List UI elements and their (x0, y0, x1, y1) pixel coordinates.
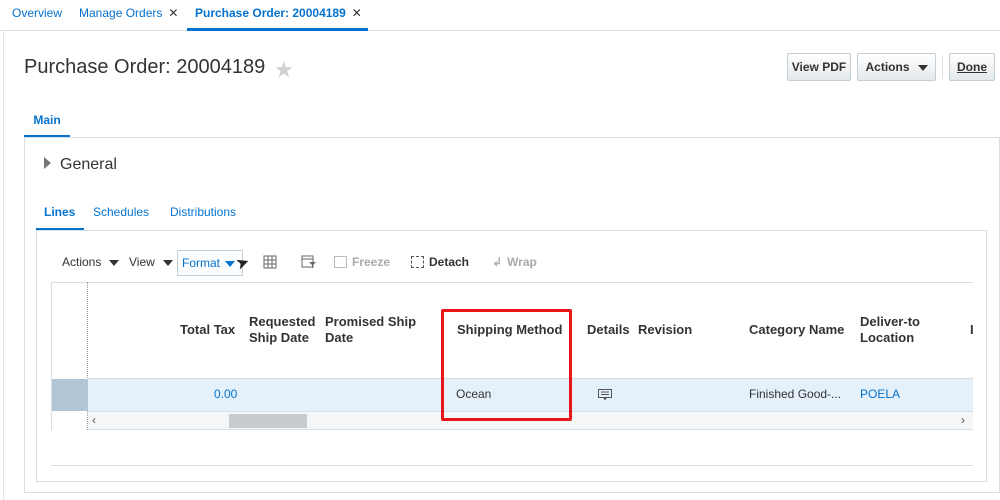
header-line: Ship Date (249, 330, 309, 345)
close-icon[interactable]: ✕ (352, 6, 362, 20)
view-menu[interactable]: View (129, 255, 173, 269)
column-header-truncated: I (970, 322, 973, 337)
detach-button[interactable]: Detach (411, 255, 469, 269)
scrollbar-thumb[interactable] (229, 414, 307, 428)
done-label: Done (957, 60, 987, 74)
tab-purchase-order-label: Purchase Order: 20004189 (195, 6, 346, 20)
category-name-value: Finished Good-... (749, 387, 842, 401)
column-header-revision[interactable]: Revision (638, 322, 692, 338)
deliver-to-location-link[interactable]: POELA (860, 387, 900, 401)
star-icon[interactable]: ★ (274, 57, 294, 83)
tab-manage-orders-label: Manage Orders (79, 6, 163, 20)
table-bottom-border (51, 465, 973, 466)
view-pdf-button[interactable]: View PDF (787, 53, 851, 81)
detach-icon (411, 256, 424, 268)
header-line: Date (325, 330, 354, 345)
shipping-method-highlight (441, 309, 572, 421)
wrap-label: Wrap (507, 255, 537, 269)
tab-purchase-order[interactable]: Purchase Order: 20004189 ✕ (187, 0, 368, 31)
column-header-deliver-to-location[interactable]: Deliver-to Location (860, 314, 920, 346)
header-line: Promised Ship (325, 314, 417, 329)
columns-icon[interactable] (262, 255, 278, 269)
header-line: Requested (249, 314, 316, 329)
scroll-left-icon[interactable]: ‹ (92, 413, 96, 427)
query-by-example-icon[interactable] (301, 255, 317, 269)
column-header-requested-ship-date[interactable]: Requested Ship Date (249, 314, 315, 346)
expand-triangle-icon[interactable] (44, 157, 51, 169)
total-tax-value[interactable]: 0.00 (214, 387, 237, 401)
tab-overview-label: Overview (12, 6, 63, 20)
detach-label: Detach (429, 255, 470, 269)
close-icon[interactable]: ✕ (168, 6, 178, 20)
chevron-down-icon (162, 259, 173, 266)
table-actions-menu[interactable]: Actions (62, 255, 120, 269)
actions-menu-button[interactable]: Actions (857, 53, 936, 81)
column-header-total-tax[interactable]: Total Tax (180, 322, 235, 338)
view-label: View (129, 255, 155, 269)
actions-label: Actions (865, 60, 910, 74)
table-actions-label: Actions (62, 255, 102, 269)
chevron-down-icon (917, 64, 928, 71)
general-section-header[interactable]: General (60, 156, 117, 174)
wrap-icon: ↲ (492, 255, 503, 269)
header-line: Deliver-to (860, 314, 920, 329)
wrap-button[interactable]: ↲ Wrap (492, 255, 537, 269)
chevron-down-icon (109, 259, 120, 266)
header-line: Location (860, 330, 915, 345)
freeze-label: Freeze (352, 255, 391, 269)
details-icon[interactable] (598, 389, 612, 401)
table-top-border (51, 282, 973, 283)
tab-lines[interactable]: Lines (44, 205, 75, 219)
freeze-icon (334, 256, 347, 268)
chevron-down-icon (225, 260, 236, 267)
top-tab-bar: Overview Manage Orders ✕ Purchase Order: … (0, 0, 1000, 31)
tab-schedules[interactable]: Schedules (93, 205, 149, 219)
tab-overview[interactable]: Overview (12, 0, 62, 31)
format-label: Format (182, 256, 221, 270)
format-menu[interactable]: Format (177, 250, 243, 276)
tab-manage-orders[interactable]: Manage Orders ✕ (79, 0, 178, 31)
done-button[interactable]: Done (949, 53, 995, 81)
column-header-details[interactable]: Details (587, 322, 630, 338)
column-header-promised-ship-date[interactable]: Promised Ship Date (325, 314, 416, 346)
freeze-button[interactable]: Freeze (334, 255, 390, 269)
row-selector[interactable] (52, 379, 88, 411)
scroll-right-icon[interactable]: › (961, 413, 965, 427)
divider (942, 55, 943, 79)
page-title: Purchase Order: 20004189 (24, 56, 266, 78)
tab-distributions[interactable]: Distributions (170, 205, 236, 219)
column-header-category-name[interactable]: Category Name (749, 322, 844, 338)
tab-main[interactable]: Main (24, 105, 70, 138)
